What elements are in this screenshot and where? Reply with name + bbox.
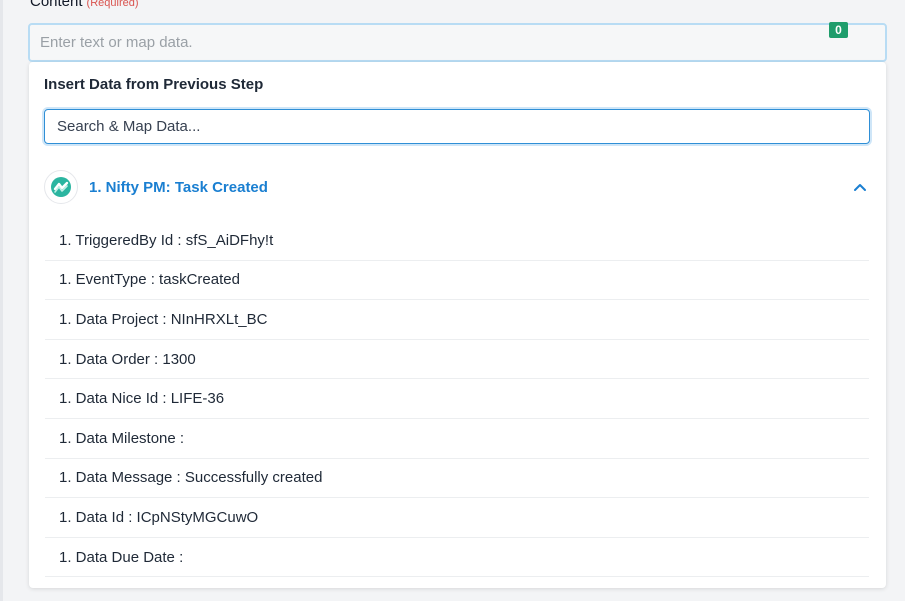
content-input[interactable]: Enter text or map data. <box>28 23 887 62</box>
content-input-placeholder: Enter text or map data. <box>40 34 193 51</box>
left-border <box>0 0 3 601</box>
mapped-count-badge: 0 <box>829 22 848 38</box>
data-item-triggeredby-id[interactable]: 1. TriggeredBy Id : sfS_AiDFhy!t <box>45 221 869 261</box>
required-indicator: (Required) <box>86 0 139 9</box>
step-header[interactable]: 1. Nifty PM: Task Created <box>44 169 870 205</box>
data-item-data-message[interactable]: 1. Data Message : Successfully created <box>45 459 869 499</box>
data-item-data-nice-id[interactable]: 1. Data Nice Id : LIFE-36 <box>45 379 869 419</box>
data-item-data-project[interactable]: 1. Data Project : NInHRXLt_BC <box>45 300 869 340</box>
insert-data-panel: Insert Data from Previous Step Search & … <box>29 62 886 588</box>
data-list: 1. TriggeredBy Id : sfS_AiDFhy!t 1. Even… <box>45 221 869 578</box>
data-item-event-type[interactable]: 1. EventType : taskCreated <box>45 261 869 301</box>
data-item-data-due-date[interactable]: 1. Data Due Date : <box>45 538 869 578</box>
data-item-data-milestone[interactable]: 1. Data Milestone : <box>45 419 869 459</box>
step-title: 1. Nifty PM: Task Created <box>89 178 268 196</box>
chevron-up-icon[interactable] <box>852 179 868 195</box>
search-placeholder: Search & Map Data... <box>57 118 201 135</box>
content-label-text: Content <box>30 0 83 10</box>
nifty-logo-icon <box>44 170 78 204</box>
panel-title: Insert Data from Previous Step <box>44 76 264 93</box>
data-item-data-id[interactable]: 1. Data Id : ICpNStyMGCuwO <box>45 498 869 538</box>
search-map-data-input[interactable]: Search & Map Data... <box>44 109 870 144</box>
content-field-label: Content (Required) <box>30 0 139 13</box>
data-item-data-order[interactable]: 1. Data Order : 1300 <box>45 340 869 380</box>
